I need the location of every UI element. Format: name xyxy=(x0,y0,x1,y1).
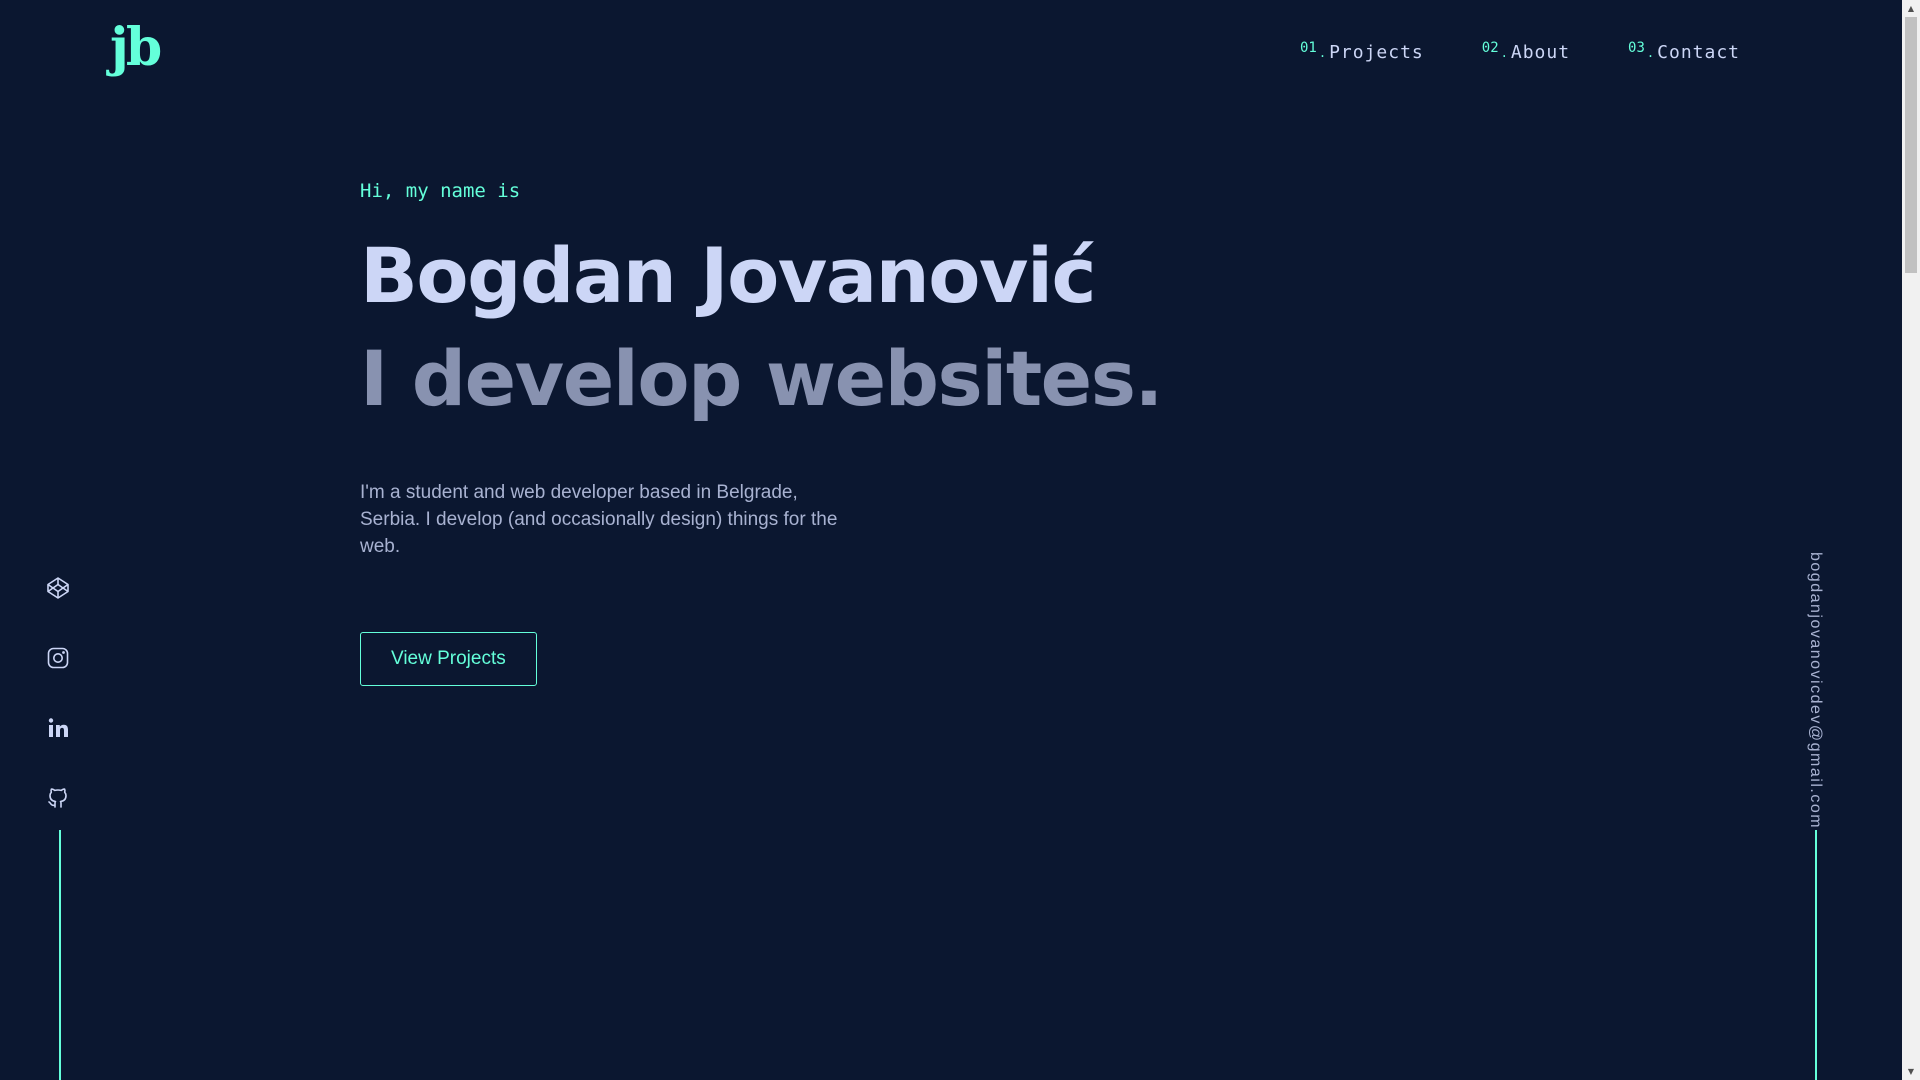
hero-tagline: I develop websites. xyxy=(360,334,1163,424)
scroll-up-icon[interactable]: ▲ xyxy=(1902,0,1920,17)
nav-label: Projects xyxy=(1329,42,1424,63)
nav-item-about[interactable]: 02 . About xyxy=(1482,36,1570,63)
hero-bio: I'm a student and web developer based in… xyxy=(360,481,838,557)
scrollbar[interactable]: ▲ ▼ xyxy=(1902,0,1920,1080)
right-vertical-line xyxy=(1815,830,1817,1080)
scroll-down-icon[interactable]: ▼ xyxy=(1902,1063,1920,1080)
codepen-icon[interactable] xyxy=(46,576,70,600)
email-link[interactable]: bogdanjovanovicdev@gmail.com xyxy=(1806,552,1824,829)
scroll-thumb[interactable] xyxy=(1905,17,1917,273)
nav-number: 02 xyxy=(1481,40,1499,56)
nav-number: 01 xyxy=(1299,40,1317,56)
hero-greeting: Hi, my name is xyxy=(360,180,521,202)
linkedin-icon[interactable] xyxy=(46,716,70,740)
nav-dot: . xyxy=(1646,46,1655,60)
nav-dot: . xyxy=(1500,46,1508,60)
hero-section: Hi, my name is Bogdan Jovanović I develo… xyxy=(360,180,1163,686)
portfolio-page: jb 01 . Projects 02 . About 03 . Contact… xyxy=(0,0,1902,1080)
nav-number: 03 xyxy=(1628,40,1645,56)
nav-label: Contact xyxy=(1657,42,1740,63)
github-icon[interactable] xyxy=(46,786,70,810)
nav-dot: . xyxy=(1318,46,1327,60)
instagram-icon[interactable] xyxy=(46,646,70,670)
nav-label: About xyxy=(1510,42,1571,63)
nav-item-contact[interactable]: 03 . Contact xyxy=(1628,36,1740,63)
view-projects-button[interactable]: View Projects xyxy=(360,631,537,686)
logo[interactable]: jb xyxy=(110,22,162,74)
social-links xyxy=(46,576,70,810)
main-nav: 01 . Projects 02 . About 03 . Contact xyxy=(1300,36,1740,63)
left-vertical-line xyxy=(59,830,61,1080)
nav-item-projects[interactable]: 01 . Projects xyxy=(1300,36,1424,63)
hero-name: Bogdan Jovanović xyxy=(360,231,1097,320)
